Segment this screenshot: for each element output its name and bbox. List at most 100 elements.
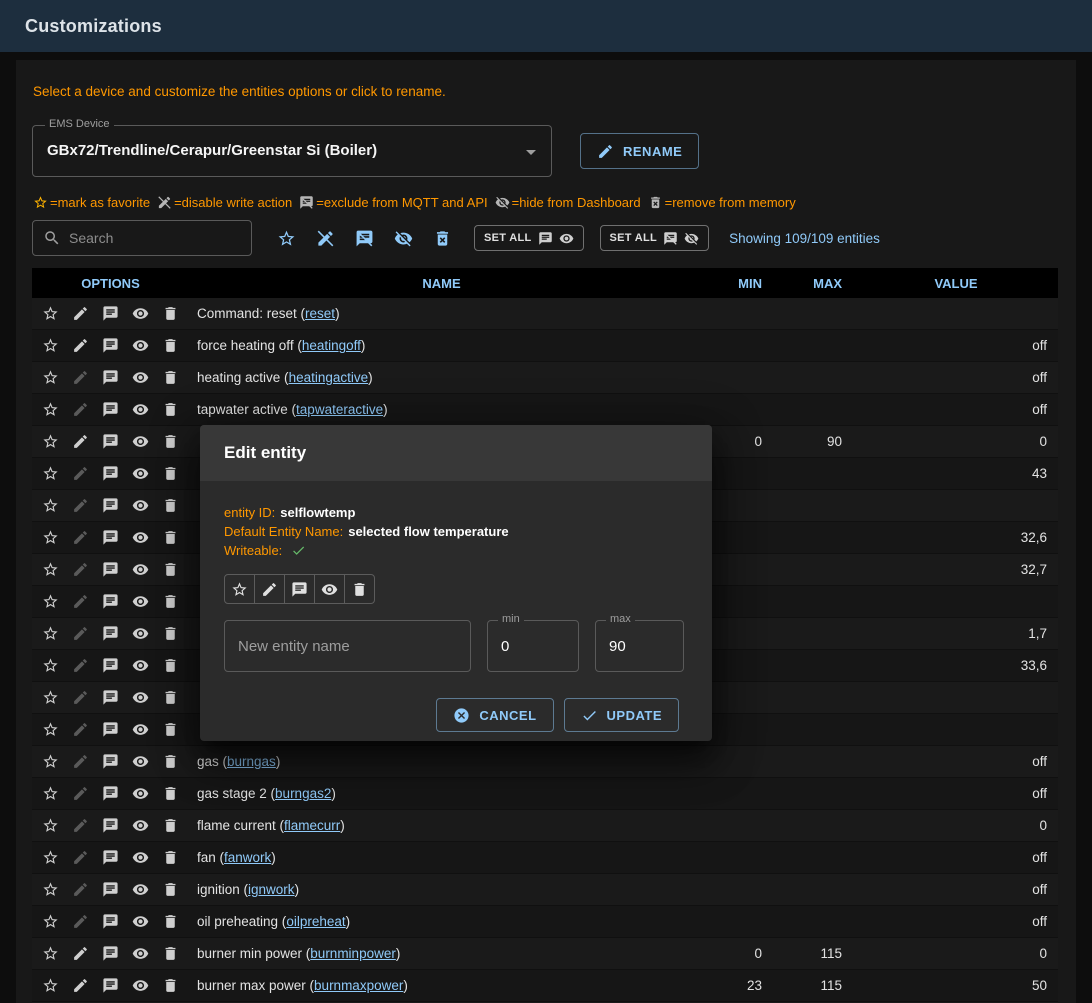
mqtt-exclude-icon[interactable] — [102, 433, 119, 450]
visibility-icon[interactable] — [132, 529, 149, 546]
table-row[interactable]: fan (fanwork) off — [32, 842, 1058, 874]
table-row[interactable]: gas stage 2 (burngas2) off — [32, 778, 1058, 810]
visibility-icon[interactable] — [132, 625, 149, 642]
disable-write-toggle-button[interactable] — [254, 574, 285, 604]
new-entity-name-input[interactable] — [225, 621, 470, 671]
mqtt-exclude-icon[interactable] — [102, 561, 119, 578]
exclude-mqtt-toggle-button[interactable] — [284, 574, 315, 604]
delete-icon[interactable] — [162, 977, 179, 994]
favorite-toggle-icon[interactable] — [42, 977, 59, 994]
favorite-toggle-icon[interactable] — [42, 785, 59, 802]
favorite-toggle-icon[interactable] — [42, 657, 59, 674]
entity-link[interactable]: burngas — [227, 754, 276, 769]
delete-icon[interactable] — [162, 305, 179, 322]
update-button[interactable]: UPDATE — [564, 698, 679, 732]
favorite-toggle-icon[interactable] — [42, 337, 59, 354]
table-row[interactable]: Command: reset (reset) — [32, 298, 1058, 330]
visibility-icon[interactable] — [132, 689, 149, 706]
mqtt-exclude-icon[interactable] — [102, 465, 119, 482]
edit-icon[interactable] — [72, 817, 89, 834]
edit-icon[interactable] — [72, 849, 89, 866]
entity-link[interactable]: ignwork — [248, 882, 295, 897]
mqtt-exclude-icon[interactable] — [102, 593, 119, 610]
delete-icon[interactable] — [162, 849, 179, 866]
mqtt-exclude-icon[interactable] — [102, 529, 119, 546]
entity-link[interactable]: flamecurr — [284, 818, 340, 833]
filter-favorite-button[interactable] — [270, 222, 302, 254]
mqtt-exclude-icon[interactable] — [102, 913, 119, 930]
delete-icon[interactable] — [162, 785, 179, 802]
visibility-icon[interactable] — [132, 337, 149, 354]
set-all-hide-button[interactable]: SET ALL — [600, 225, 710, 251]
mqtt-exclude-icon[interactable] — [102, 785, 119, 802]
edit-icon[interactable] — [72, 497, 89, 514]
mqtt-exclude-icon[interactable] — [102, 977, 119, 994]
mqtt-exclude-icon[interactable] — [102, 817, 119, 834]
edit-icon[interactable] — [72, 337, 89, 354]
visibility-icon[interactable] — [132, 849, 149, 866]
edit-icon[interactable] — [72, 913, 89, 930]
favorite-toggle-icon[interactable] — [42, 721, 59, 738]
mqtt-exclude-icon[interactable] — [102, 945, 119, 962]
rename-button[interactable]: RENAME — [580, 133, 699, 169]
cancel-button[interactable]: CANCEL — [436, 698, 553, 732]
entity-link[interactable]: burnmaxpower — [314, 978, 403, 993]
delete-icon[interactable] — [162, 337, 179, 354]
delete-icon[interactable] — [162, 945, 179, 962]
remove-memory-toggle-button[interactable] — [344, 574, 375, 604]
edit-icon[interactable] — [72, 689, 89, 706]
delete-icon[interactable] — [162, 881, 179, 898]
mqtt-exclude-icon[interactable] — [102, 625, 119, 642]
delete-icon[interactable] — [162, 369, 179, 386]
visibility-icon[interactable] — [132, 721, 149, 738]
edit-icon[interactable] — [72, 529, 89, 546]
delete-icon[interactable] — [162, 657, 179, 674]
entity-link[interactable]: oilpreheat — [286, 914, 345, 929]
table-row[interactable]: flame current (flamecurr) 0 — [32, 810, 1058, 842]
entity-link[interactable]: heatingoff — [302, 338, 361, 353]
mqtt-exclude-icon[interactable] — [102, 689, 119, 706]
delete-icon[interactable] — [162, 465, 179, 482]
visibility-icon[interactable] — [132, 561, 149, 578]
visibility-icon[interactable] — [132, 369, 149, 386]
favorite-toggle-icon[interactable] — [42, 305, 59, 322]
edit-icon[interactable] — [72, 721, 89, 738]
ems-device-select[interactable]: EMS Device GBx72/Trendline/Cerapur/Green… — [32, 125, 552, 177]
table-row[interactable]: tapwater active (tapwateractive) off — [32, 394, 1058, 426]
mqtt-exclude-icon[interactable] — [102, 337, 119, 354]
delete-icon[interactable] — [162, 529, 179, 546]
edit-icon[interactable] — [72, 625, 89, 642]
edit-icon[interactable] — [72, 465, 89, 482]
table-row[interactable]: oil preheating (oilpreheat) off — [32, 906, 1058, 938]
visibility-icon[interactable] — [132, 945, 149, 962]
mqtt-exclude-icon[interactable] — [102, 401, 119, 418]
favorite-toggle-button[interactable] — [224, 574, 255, 604]
favorite-toggle-icon[interactable] — [42, 849, 59, 866]
delete-icon[interactable] — [162, 721, 179, 738]
visibility-icon[interactable] — [132, 305, 149, 322]
visibility-icon[interactable] — [132, 881, 149, 898]
favorite-toggle-icon[interactable] — [42, 881, 59, 898]
favorite-toggle-icon[interactable] — [42, 689, 59, 706]
favorite-toggle-icon[interactable] — [42, 561, 59, 578]
favorite-toggle-icon[interactable] — [42, 465, 59, 482]
favorite-toggle-icon[interactable] — [42, 593, 59, 610]
favorite-toggle-icon[interactable] — [42, 401, 59, 418]
favorite-toggle-icon[interactable] — [42, 945, 59, 962]
filter-exclude-mqtt-button[interactable] — [348, 222, 380, 254]
filter-disable-write-button[interactable] — [309, 222, 341, 254]
delete-icon[interactable] — [162, 497, 179, 514]
edit-icon[interactable] — [72, 305, 89, 322]
edit-icon[interactable] — [72, 977, 89, 994]
mqtt-exclude-icon[interactable] — [102, 657, 119, 674]
min-input[interactable] — [488, 621, 578, 671]
hide-dashboard-toggle-button[interactable] — [314, 574, 345, 604]
entity-link[interactable]: fanwork — [224, 850, 271, 865]
entity-link[interactable]: heatingactive — [289, 370, 369, 385]
favorite-toggle-icon[interactable] — [42, 913, 59, 930]
visibility-icon[interactable] — [132, 657, 149, 674]
table-row[interactable]: heating active (heatingactive) off — [32, 362, 1058, 394]
search-input[interactable] — [69, 230, 250, 246]
favorite-toggle-icon[interactable] — [42, 529, 59, 546]
table-row[interactable]: force heating off (heatingoff) off — [32, 330, 1058, 362]
